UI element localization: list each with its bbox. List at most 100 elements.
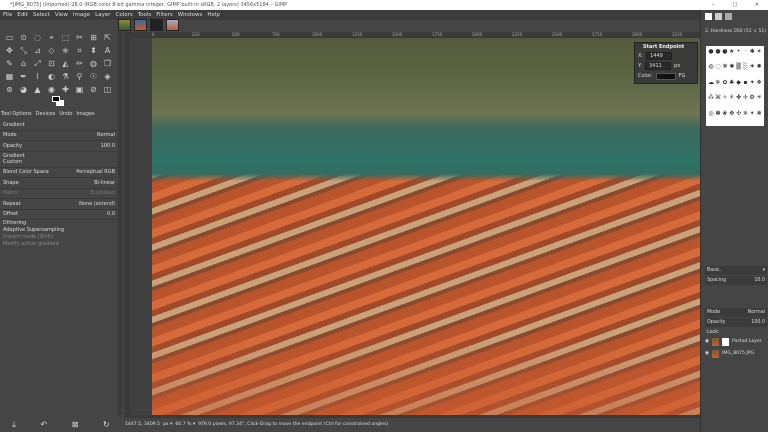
offset-slider[interactable]: Offset 0.0 — [0, 210, 118, 220]
image-canvas[interactable] — [152, 38, 700, 415]
tool-button-icon[interactable]: ⬚ — [59, 32, 72, 44]
brush-item[interactable]: ✴ — [749, 110, 755, 124]
mode-select[interactable]: Mode Normal — [0, 131, 118, 141]
brush-item[interactable]: ● — [715, 48, 721, 62]
tool-button-icon[interactable]: ◉ — [45, 84, 58, 96]
menu-image[interactable]: Image — [73, 10, 90, 20]
eye-icon[interactable]: ◉ — [705, 351, 709, 356]
tab-images[interactable]: Images — [76, 110, 94, 119]
fg-bg-color-swatch[interactable] — [52, 96, 64, 106]
brush-item[interactable]: ⚘ — [729, 94, 735, 108]
menu-help[interactable]: Help — [207, 10, 220, 20]
tool-button-icon[interactable]: ⎈ — [59, 45, 72, 57]
brush-item[interactable]: ✱ — [749, 48, 755, 62]
tool-button-icon[interactable]: ❐ — [101, 58, 114, 70]
tool-button-icon[interactable]: ◍ — [87, 58, 100, 70]
zoom-select[interactable]: 66.7 % — [175, 422, 191, 427]
shape-select[interactable]: Shape Bi-linear — [0, 178, 118, 189]
image-tab-thumbnail[interactable] — [166, 19, 179, 31]
tool-button-icon[interactable]: ⇱ — [101, 32, 114, 44]
tool-button-icon[interactable]: ⊡ — [45, 58, 58, 70]
tool-button-icon[interactable]: ✂ — [73, 32, 86, 44]
tool-button-icon[interactable]: ▦ — [3, 71, 16, 83]
brush-item[interactable]: ● — [722, 48, 728, 62]
y-input[interactable]: 3411 — [645, 62, 672, 70]
menu-windows[interactable]: Windows — [178, 10, 203, 20]
color-type-select[interactable]: FG — [679, 73, 686, 79]
image-tab-thumbnail[interactable] — [118, 19, 131, 31]
color-swatch[interactable] — [655, 72, 676, 80]
brush-item[interactable]: ✦ — [749, 79, 755, 93]
brush-item[interactable]: ✺ — [729, 63, 735, 77]
tool-button-icon[interactable]: ⌇ — [31, 71, 44, 83]
tool-button-icon[interactable]: ▲ — [31, 84, 44, 96]
brush-item[interactable]: ▪ — [743, 79, 749, 93]
tool-button-icon[interactable]: ⊛ — [3, 84, 16, 96]
maximize-button[interactable]: □ — [724, 0, 746, 10]
tool-button-icon[interactable]: ⊿ — [31, 45, 44, 57]
eye-icon[interactable]: ◉ — [705, 339, 709, 344]
tool-button-icon[interactable]: ⌗ — [73, 45, 86, 57]
tool-button-icon[interactable]: ◫ — [101, 84, 114, 96]
brush-item[interactable]: ❋ — [722, 63, 728, 77]
brush-item[interactable]: ✳ — [756, 94, 762, 108]
brush-item[interactable]: ✣ — [736, 110, 742, 124]
brush-item[interactable]: ♣ — [729, 79, 735, 93]
brush-item[interactable]: ✧ — [722, 94, 728, 108]
tool-button-icon[interactable]: ✥ — [3, 45, 16, 57]
menu-layer[interactable]: Layer — [95, 10, 110, 20]
adaptive-supersampling-checkbox[interactable]: Adaptive Supersampling — [0, 227, 118, 234]
tool-button-icon[interactable]: ◐ — [45, 71, 58, 83]
delete-preset-icon[interactable]: ⊠ — [72, 418, 79, 432]
gradient-select[interactable]: Gradient Custom — [0, 152, 118, 168]
layer-opacity-slider[interactable]: Opacity 100.0 — [705, 318, 767, 327]
tool-button-icon[interactable]: ✏ — [73, 58, 86, 70]
tool-button-icon[interactable]: ⚗ — [59, 71, 72, 83]
x-input[interactable]: 1449 — [646, 52, 673, 60]
menu-file[interactable]: File — [3, 10, 12, 20]
blend-color-space-select[interactable]: Blend Color Space Perceptual RGB — [0, 168, 118, 178]
tool-button-icon[interactable]: ⚲ — [73, 71, 86, 83]
brush-item[interactable]: ░ — [743, 63, 749, 77]
tool-button-icon[interactable]: ☉ — [87, 71, 100, 83]
image-tab-thumbnail[interactable] — [150, 19, 163, 31]
brush-item[interactable]: ❂ — [749, 94, 755, 108]
tool-button-icon[interactable]: ⤡ — [17, 45, 30, 57]
tool-button-icon[interactable]: ◭ — [59, 58, 72, 70]
menu-view[interactable]: View — [55, 10, 68, 20]
restore-preset-icon[interactable]: ↶ — [40, 418, 47, 432]
layer-row[interactable]: ◉ IMG_8075.JPG — [705, 348, 767, 359]
brush-item[interactable]: ◎ — [708, 110, 714, 124]
repeat-select[interactable]: Repeat None (extend) — [0, 199, 118, 210]
brush-item[interactable]: ◍ — [708, 63, 714, 77]
brush-item[interactable]: ☁ — [708, 79, 714, 93]
unit-select[interactable]: px — [674, 63, 680, 69]
tool-button-icon[interactable]: ⌂ — [17, 58, 30, 70]
brush-item[interactable]: ◌ — [715, 63, 721, 77]
brush-item[interactable]: ✹ — [756, 63, 762, 77]
unit-select[interactable]: px — [163, 422, 169, 427]
opacity-slider[interactable]: Opacity 100.0 — [0, 141, 118, 152]
reset-icon[interactable]: ↻ — [103, 418, 110, 432]
tool-button-icon[interactable]: ◌ — [31, 32, 44, 44]
brush-item[interactable]: ⁂ — [708, 94, 714, 108]
brush-item[interactable]: ✶ — [756, 48, 762, 62]
modify-gradient-checkbox[interactable]: Modify active gradient — [0, 241, 118, 248]
canvas-area[interactable] — [130, 38, 700, 415]
tool-button-icon[interactable]: ⊞ — [87, 32, 100, 44]
tab-undo[interactable]: Undo — [59, 110, 72, 119]
brush-tab-icon[interactable] — [705, 13, 712, 20]
brush-item[interactable]: ❃ — [756, 110, 762, 124]
tool-button-icon[interactable]: ✚ — [59, 84, 72, 96]
tool-button-icon[interactable]: ◈ — [101, 71, 114, 83]
tool-button-icon[interactable]: ▭ — [3, 32, 16, 44]
tool-button-icon[interactable]: ✒ — [17, 71, 30, 83]
brush-item[interactable]: ✵ — [743, 110, 749, 124]
brush-item[interactable]: ✷ — [749, 63, 755, 77]
pattern-tab-icon[interactable] — [715, 13, 722, 20]
image-tab-thumbnail[interactable] — [134, 19, 147, 31]
brush-item[interactable]: ◆ — [736, 79, 742, 93]
brush-item[interactable]: ✢ — [743, 94, 749, 108]
tool-button-icon[interactable]: ✎ — [3, 58, 16, 70]
toolbox-scrollbar[interactable] — [118, 32, 122, 415]
